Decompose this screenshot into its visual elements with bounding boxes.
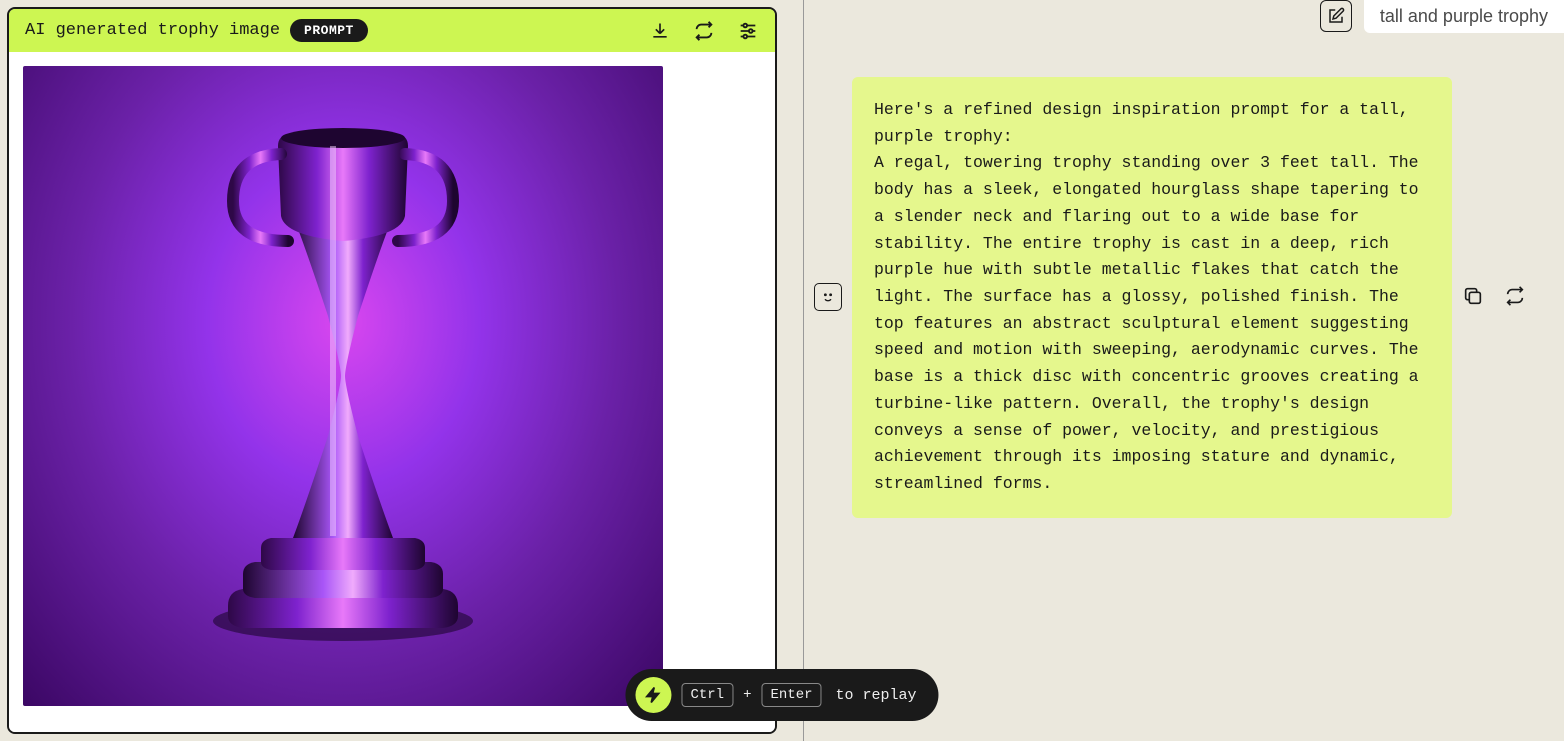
regenerate-icon[interactable] (693, 20, 715, 42)
user-message: tall and purple trophy (1364, 0, 1564, 33)
replay-bar[interactable]: Ctrl + Enter to replay (625, 669, 938, 721)
response-bubble: Here's a refined design inspiration prom… (852, 77, 1452, 518)
chat-header: tall and purple trophy (804, 0, 1564, 41)
copy-icon[interactable] (1462, 285, 1486, 309)
replay-label: to replay (836, 687, 917, 704)
download-icon[interactable] (649, 20, 671, 42)
prompt-badge: PROMPT (290, 19, 368, 42)
card-body (9, 52, 775, 732)
regenerate-response-icon[interactable] (1504, 285, 1528, 309)
response-text: Here's a refined design inspiration prom… (874, 100, 1429, 493)
settings-icon[interactable] (737, 20, 759, 42)
image-card: AI generated trophy image PROMPT (7, 7, 777, 734)
response-container: Here's a refined design inspiration prom… (804, 41, 1564, 518)
kbd-ctrl: Ctrl (681, 683, 733, 707)
replay-button-icon[interactable] (635, 677, 671, 713)
smile-icon[interactable] (814, 283, 842, 311)
left-panel: AI generated trophy image PROMPT (0, 0, 804, 741)
trophy-illustration (133, 106, 553, 666)
response-actions (1462, 285, 1528, 309)
kbd-plus: + (743, 687, 751, 703)
right-panel: tall and purple trophy Here's a refined … (804, 0, 1564, 741)
kbd-enter: Enter (761, 683, 821, 707)
edit-icon[interactable] (1320, 0, 1352, 32)
generated-image[interactable] (23, 66, 663, 706)
card-title: AI generated trophy image (25, 21, 280, 40)
card-header: AI generated trophy image PROMPT (9, 9, 775, 52)
header-actions (649, 20, 759, 42)
